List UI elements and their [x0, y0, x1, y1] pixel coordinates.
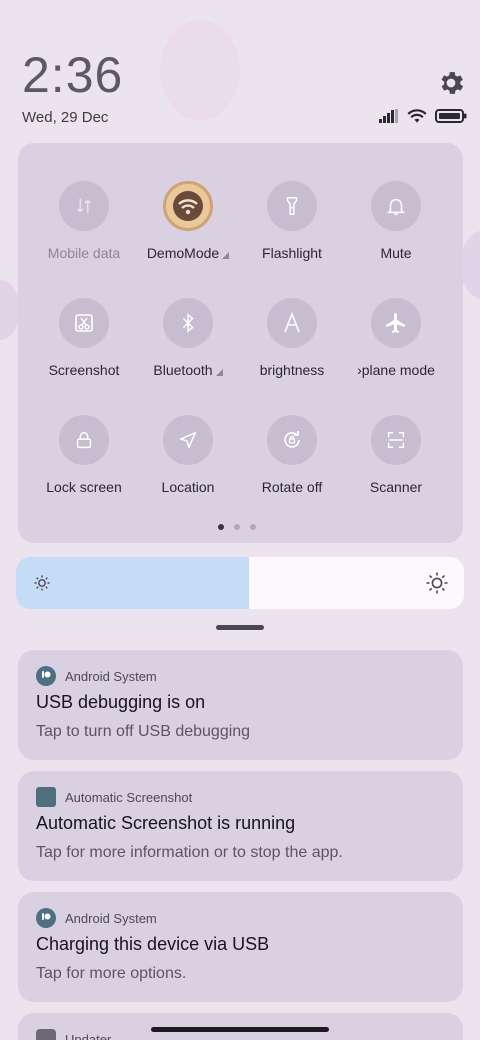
- app-square-icon: [36, 787, 56, 807]
- tile-label: Mobile data: [47, 245, 121, 261]
- dropdown-caret-icon: [222, 251, 230, 259]
- quick-settings-panel: Mobile data DemoMode Flashlight Mute Scr…: [18, 143, 463, 543]
- notification-header: Android System: [36, 666, 157, 686]
- tile-label: Mute: [380, 245, 412, 261]
- tile-demomode[interactable]: DemoMode: [136, 181, 240, 281]
- notification-header: Android System: [36, 908, 157, 928]
- brightness-slider[interactable]: [16, 557, 464, 609]
- notification-app-name: Android System: [65, 668, 157, 684]
- auto-brightness-icon: [267, 298, 317, 348]
- notification-text: Tap to turn off USB debugging: [36, 723, 251, 740]
- tile-label: Scanner: [369, 479, 423, 495]
- tile-screenshot[interactable]: Screenshot: [32, 298, 136, 398]
- notification-app-name: Updater: [65, 1031, 112, 1040]
- tile-mobile-data[interactable]: Mobile data: [32, 181, 136, 281]
- notification-header: Automatic Screenshot: [36, 787, 192, 807]
- flashlight-icon: [267, 181, 317, 231]
- bell-icon: [371, 181, 421, 231]
- page-dot: [250, 524, 256, 530]
- airplane-icon: [371, 298, 421, 348]
- notification-app-name: Automatic Screenshot: [65, 789, 193, 805]
- tile-label: DemoMode: [136, 245, 240, 261]
- signal-icon: [379, 109, 399, 128]
- date: Wed, 29 Dec: [22, 109, 109, 126]
- page-dot: [234, 524, 240, 530]
- updater-icon: [36, 1029, 56, 1040]
- scanner-icon: [371, 415, 421, 465]
- android-system-icon: [36, 666, 56, 686]
- status-area: 2:36 Wed, 29 Dec: [0, 0, 480, 140]
- tile-airplane-mode[interactable]: ›plane mode: [344, 298, 448, 398]
- tile-label: Location: [161, 479, 215, 495]
- wifi-icon: [407, 108, 427, 129]
- rotate-icon: [267, 415, 317, 465]
- tile-lock-screen[interactable]: Lock screen: [32, 415, 136, 515]
- tile-brightness[interactable]: brightness: [240, 298, 344, 398]
- notification-card[interactable]: Automatic Screenshot Automatic Screensho…: [18, 771, 463, 881]
- tile-label: Rotate off: [261, 479, 323, 495]
- tile-label: Bluetooth: [136, 362, 240, 378]
- lock-icon: [59, 415, 109, 465]
- page-dot-active: [218, 524, 224, 530]
- notification-title: Automatic Screenshot is running: [36, 813, 296, 833]
- brightness-fill: [16, 557, 249, 609]
- location-icon: [163, 415, 213, 465]
- demomode-icon: [163, 181, 213, 231]
- gesture-navigation-bar[interactable]: [151, 1027, 329, 1032]
- gear-icon[interactable]: [436, 68, 466, 98]
- bluetooth-icon: [163, 298, 213, 348]
- tile-flashlight[interactable]: Flashlight: [240, 181, 344, 281]
- mobile-data-icon: [59, 181, 109, 231]
- dropdown-caret-icon: [215, 368, 223, 376]
- brightness-high-icon: [426, 572, 448, 599]
- notification-header: Updater: [36, 1029, 111, 1040]
- battery-icon: [435, 109, 467, 128]
- notification-app-name: Android System: [65, 910, 157, 926]
- system-icons: [379, 108, 467, 129]
- tile-location[interactable]: Location: [136, 415, 240, 515]
- tile-scanner[interactable]: Scanner: [344, 415, 448, 515]
- tile-label: Lock screen: [46, 479, 122, 495]
- clock: 2:36: [22, 47, 124, 103]
- page-indicator: [218, 524, 256, 530]
- notification-title: Charging this device via USB: [36, 934, 270, 954]
- screenshot-icon: [59, 298, 109, 348]
- notification-title: USB debugging is on: [36, 692, 206, 712]
- tile-bluetooth[interactable]: Bluetooth: [136, 298, 240, 398]
- tile-rotate[interactable]: Rotate off: [240, 415, 344, 515]
- tile-label: brightness: [259, 362, 325, 378]
- notification-card[interactable]: Android System Charging this device via …: [18, 892, 463, 1002]
- tile-label: Flashlight: [262, 245, 322, 261]
- notification-card[interactable]: Android System USB debugging is on Tap t…: [18, 650, 463, 760]
- tile-label: ›plane mode: [357, 362, 435, 378]
- drag-handle[interactable]: [216, 625, 264, 630]
- tile-mute[interactable]: Mute: [344, 181, 448, 281]
- notification-text: Tap for more options.: [36, 965, 187, 982]
- tile-label: Screenshot: [48, 362, 120, 378]
- brightness-low-icon: [34, 575, 50, 596]
- notification-text: Tap for more information or to stop the …: [36, 844, 343, 861]
- android-system-icon: [36, 908, 56, 928]
